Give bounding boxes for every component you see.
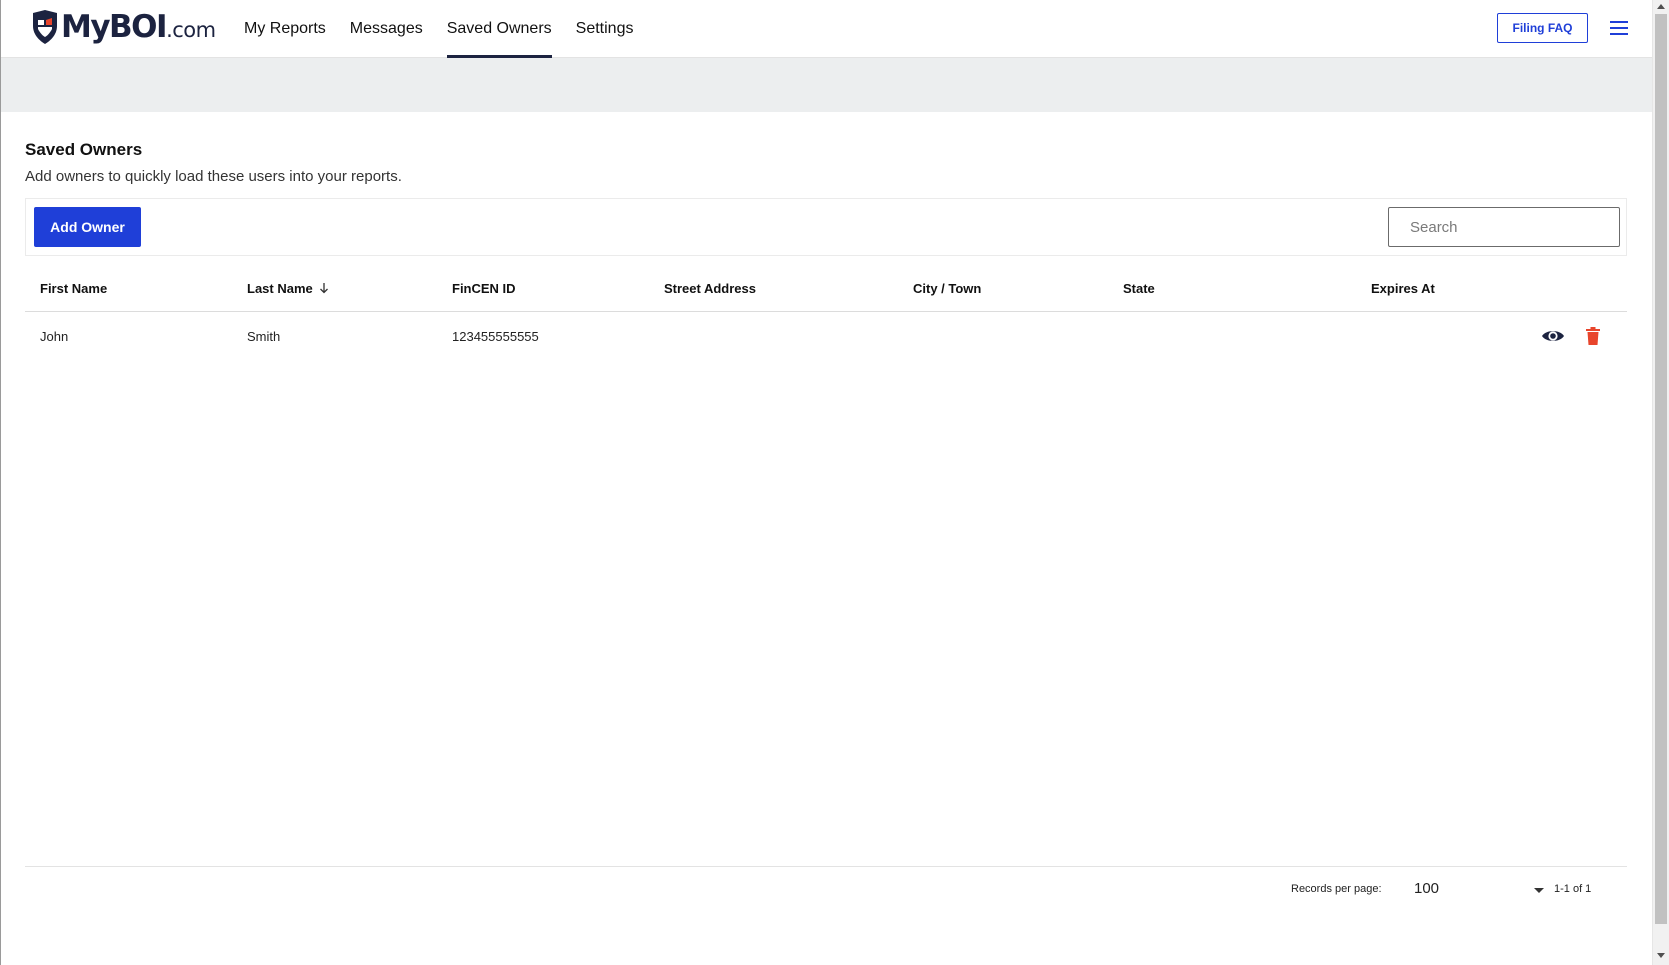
logo-brand: MyBOI [61,9,168,45]
column-header-label: City / Town [913,280,982,296]
sort-descending-arrow-icon [319,283,328,294]
column-header-label: First Name [40,280,108,296]
records-per-page-value: 100 [1414,880,1440,897]
scroll-up-arrow-icon[interactable] [1657,4,1665,9]
caret-down-icon[interactable] [1534,888,1544,893]
column-header-expires-at[interactable]: Expires At [1371,264,1435,312]
add-owner-button[interactable]: Add Owner [34,207,141,247]
column-header-label: Last Name [247,280,313,296]
table-pagination: Records per page: 100 1-1 of 1 [25,866,1627,916]
nav-item-my-reports[interactable]: My Reports [244,0,326,58]
search-input[interactable] [1388,207,1620,247]
page-subtitle: Add owners to quickly load these users i… [25,168,402,185]
column-header-state[interactable]: State [1123,264,1155,312]
column-header-street-address[interactable]: Street Address [664,264,756,312]
eye-icon[interactable] [1541,328,1565,344]
column-header-fincen-id[interactable]: FinCEN ID [452,264,516,312]
records-per-page-label: Records per page: [1291,883,1382,895]
cell-last-name: Smith [247,328,281,344]
scroll-down-arrow-icon[interactable] [1657,953,1665,958]
column-header-label: Street Address [664,280,756,296]
pagination-range: 1-1 of 1 [1554,883,1592,895]
scrollbar-thumb[interactable] [1655,14,1667,924]
column-header-last-name[interactable]: Last Name [247,264,329,312]
trash-icon[interactable] [1585,326,1601,346]
shield-logo-icon [33,10,57,44]
nav-item-settings[interactable]: Settings [576,0,634,58]
mybo-logo[interactable]: MyBOI.com [30,9,216,45]
table-header: First Name Last Name FinCEN ID Street Ad… [25,264,1627,312]
nav-item-messages[interactable]: Messages [350,0,423,58]
column-header-label: State [1123,280,1155,296]
column-header-label: FinCEN ID [452,280,516,296]
hamburger-menu-icon[interactable] [1608,18,1630,38]
column-header-label: Expires At [1371,280,1435,296]
top-navigation-bar: MyBOI.com My Reports Messages Saved Owne… [1,0,1652,58]
cell-fincen-id: 123455555555 [452,328,539,344]
cell-first-name: John [40,328,69,344]
column-header-first-name[interactable]: First Name [40,264,107,312]
table-row[interactable]: John Smith 123455555555 [25,312,1627,360]
window-border [0,0,1,965]
page-title: Saved Owners [25,140,143,159]
logo-wordmark: MyBOI.com [61,9,216,45]
main-nav: My Reports Messages Saved Owners Setting… [244,0,657,58]
logo-suffix: .com [166,18,216,42]
page-banner [1,58,1652,112]
column-header-city-town[interactable]: City / Town [913,264,981,312]
filing-faq-button[interactable]: Filing FAQ [1497,13,1588,43]
nav-item-saved-owners[interactable]: Saved Owners [446,0,552,58]
table-toolbar: Add Owner [25,198,1627,256]
vertical-scrollbar[interactable] [1652,0,1669,965]
